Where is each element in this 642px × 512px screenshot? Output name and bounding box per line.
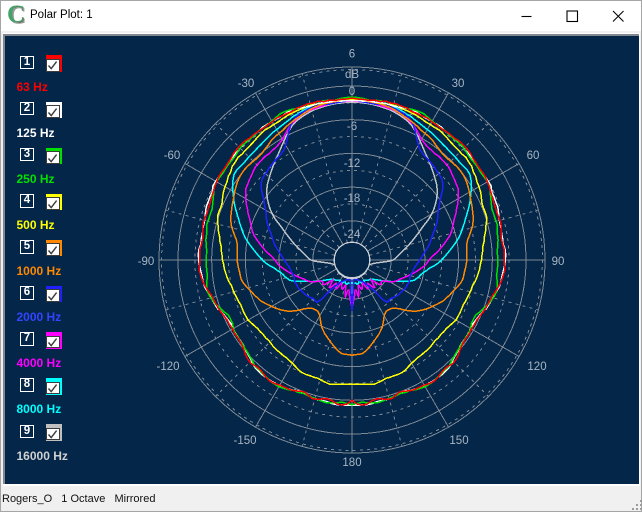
svg-text:dB: dB — [345, 69, 359, 81]
svg-text:60: 60 — [527, 150, 540, 162]
svg-text:-6: -6 — [347, 121, 357, 133]
svg-text:-30: -30 — [238, 78, 255, 90]
svg-text:180: 180 — [342, 457, 361, 469]
svg-text:-12: -12 — [344, 158, 361, 170]
svg-text:-90: -90 — [138, 256, 155, 268]
svg-text:120: 120 — [527, 361, 546, 373]
svg-text:150: 150 — [449, 435, 468, 447]
svg-text:90: 90 — [552, 256, 565, 268]
svg-text:30: 30 — [452, 78, 465, 90]
svg-text:-150: -150 — [233, 435, 256, 447]
svg-text:-24: -24 — [344, 229, 361, 241]
svg-text:-120: -120 — [156, 361, 179, 373]
svg-text:-18: -18 — [344, 193, 361, 205]
svg-text:-60: -60 — [164, 150, 181, 162]
svg-text:6: 6 — [349, 49, 355, 61]
svg-text:0: 0 — [349, 86, 355, 98]
